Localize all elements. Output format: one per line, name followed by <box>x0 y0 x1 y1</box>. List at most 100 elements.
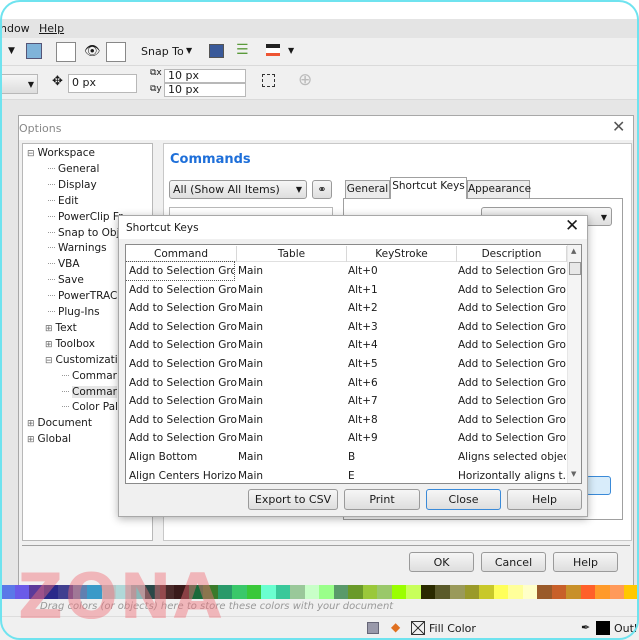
color-swatch[interactable] <box>174 585 189 599</box>
help-button[interactable]: Help <box>507 489 582 510</box>
tree-item[interactable]: Save <box>48 274 84 286</box>
tree-item[interactable]: Snap to Obje <box>48 227 126 239</box>
export-csv-button[interactable]: Export to CSV <box>248 489 338 510</box>
tree-item[interactable]: ⊟ Customizatio <box>45 354 124 366</box>
snap-dropdown-icon[interactable]: ▼ <box>186 46 192 55</box>
tree-item[interactable]: Color Pal <box>62 401 118 413</box>
color-swatch[interactable] <box>145 585 160 599</box>
view-grid-icon[interactable]: 👁 <box>84 44 101 59</box>
color-swatch[interactable] <box>232 585 247 599</box>
close-icon[interactable]: ✕ <box>565 216 579 236</box>
color-swatch[interactable] <box>595 585 610 599</box>
color-swatch[interactable] <box>508 585 523 599</box>
color-swatch[interactable] <box>130 585 146 599</box>
help-button[interactable]: Help <box>553 552 618 572</box>
color-swatch[interactable] <box>29 585 44 599</box>
treat-as-filled-icon[interactable] <box>262 74 275 87</box>
tree-item[interactable]: Edit <box>48 195 78 207</box>
expand-icon[interactable]: ⊞ <box>27 419 35 429</box>
scroll-up-icon[interactable]: ▲ <box>571 247 576 255</box>
cancel-button[interactable]: Cancel <box>481 552 546 572</box>
table-row[interactable]: Add to Selection Gro... Main Alt+4 Add to S… <box>126 336 567 355</box>
color-swatch[interactable] <box>72 585 88 599</box>
expand-icon[interactable]: ⊞ <box>27 435 35 445</box>
tree-item[interactable]: General <box>48 163 99 175</box>
table-row[interactable]: Add to Selection Gro... Main Alt+3 Add to S… <box>126 318 567 337</box>
tree-item[interactable]: ⊞ Toolbox <box>45 338 95 350</box>
tree-item[interactable]: ⊞ Global <box>27 433 71 445</box>
tree-item[interactable]: PowerTRACE <box>48 290 124 302</box>
tree-item[interactable]: ⊟ Workspace <box>27 147 95 159</box>
color-swatch[interactable] <box>101 585 117 599</box>
tab-general[interactable]: General <box>345 180 390 199</box>
color-swatch[interactable] <box>362 585 378 599</box>
table-row[interactable]: Add to Selection Gro... Main Alt+7 Add to S… <box>126 392 567 411</box>
color-swatch[interactable] <box>464 585 480 599</box>
table-row[interactable]: Align Bottom Main B Aligns selected objec..… <box>126 448 567 467</box>
color-swatch[interactable] <box>319 585 334 599</box>
color-swatch[interactable] <box>348 585 363 599</box>
collapse-icon[interactable]: ⊟ <box>45 356 53 366</box>
guidelines-icon[interactable] <box>106 42 126 62</box>
col-command[interactable]: Command <box>126 246 237 262</box>
print-button[interactable]: Print <box>344 489 420 510</box>
color-swatch[interactable] <box>261 585 276 599</box>
dropdown-arrow-icon[interactable]: ▼ <box>8 46 15 56</box>
color-swatch[interactable] <box>537 585 552 599</box>
no-fill-swatch[interactable] <box>411 621 425 635</box>
tree-item[interactable]: ⊞ Text <box>45 322 77 334</box>
menu-window[interactable]: ndow <box>0 22 30 35</box>
color-swatch[interactable] <box>217 585 233 599</box>
tree-item[interactable]: ⊞ Document <box>27 417 92 429</box>
col-description[interactable]: Description <box>457 246 567 262</box>
duplicate-x-input[interactable]: 10 px <box>164 69 246 83</box>
table-row[interactable]: Add to Selection Gro... Main Alt+5 Add to S… <box>126 355 567 374</box>
table-row[interactable]: Add to Selection Gro... Main Alt+9 Add to S… <box>126 429 567 448</box>
tree-item[interactable]: VBA <box>48 258 80 270</box>
tab-appearance[interactable]: Appearance <box>467 180 531 199</box>
tree-item[interactable]: Commar <box>62 385 117 398</box>
outline-color-swatch[interactable] <box>596 621 610 635</box>
checklist-icon[interactable]: ☰ <box>236 42 249 58</box>
expand-icon[interactable]: ⊞ <box>45 340 53 350</box>
nudge-distance-input[interactable]: 0 px <box>68 74 137 93</box>
color-swatch[interactable] <box>188 585 204 599</box>
color-swatch[interactable] <box>406 585 421 599</box>
launcher-dropdown-icon[interactable]: ▼ <box>288 46 294 55</box>
close-icon[interactable]: ✕ <box>612 117 625 136</box>
color-swatch[interactable] <box>304 585 320 599</box>
color-swatch[interactable] <box>479 585 494 599</box>
rulers-icon[interactable] <box>56 42 76 62</box>
color-proof-icon[interactable] <box>367 622 379 634</box>
add-icon[interactable]: ⊕ <box>298 70 312 90</box>
image-icon[interactable] <box>209 44 224 58</box>
table-row[interactable]: Align Centers Horizo... Main E Horizontally… <box>126 467 567 483</box>
document-palette[interactable]: Drag colors (or objects) here to store t… <box>0 599 639 617</box>
scrollbar-thumb[interactable] <box>569 262 581 275</box>
menu-help[interactable]: Help <box>39 22 64 35</box>
color-swatch[interactable] <box>580 585 596 599</box>
tree-item[interactable]: Warnings <box>48 242 107 254</box>
color-swatch[interactable] <box>159 585 175 599</box>
color-swatch[interactable] <box>43 585 59 599</box>
color-swatch[interactable] <box>551 585 567 599</box>
table-row[interactable]: Add to Selection Gro... Main Alt+6 Add to S… <box>126 374 567 393</box>
color-swatch[interactable] <box>420 585 436 599</box>
table-row[interactable]: Add to Selection Gro... Main Alt+2 Add to S… <box>126 299 567 318</box>
color-swatch[interactable] <box>0 585 15 599</box>
color-swatch[interactable] <box>203 585 218 599</box>
scroll-down-icon[interactable]: ▼ <box>571 470 576 478</box>
color-swatch[interactable] <box>58 585 73 599</box>
view-all-button[interactable] <box>586 476 611 495</box>
color-swatch[interactable] <box>377 585 392 599</box>
color-swatch[interactable] <box>449 585 465 599</box>
color-swatch[interactable] <box>333 585 349 599</box>
launcher-icon[interactable] <box>266 44 280 56</box>
col-keystroke[interactable]: KeyStroke <box>347 246 457 262</box>
tree-item[interactable]: Plug-Ins <box>48 306 100 318</box>
close-button[interactable]: Close <box>426 489 501 510</box>
table-row[interactable]: Add to Selection Gro... Main Alt+1 Add to S… <box>126 281 567 300</box>
expand-icon[interactable]: ⊞ <box>45 324 53 334</box>
color-swatch[interactable] <box>609 585 625 599</box>
find-button[interactable]: ⚭ <box>312 180 332 199</box>
